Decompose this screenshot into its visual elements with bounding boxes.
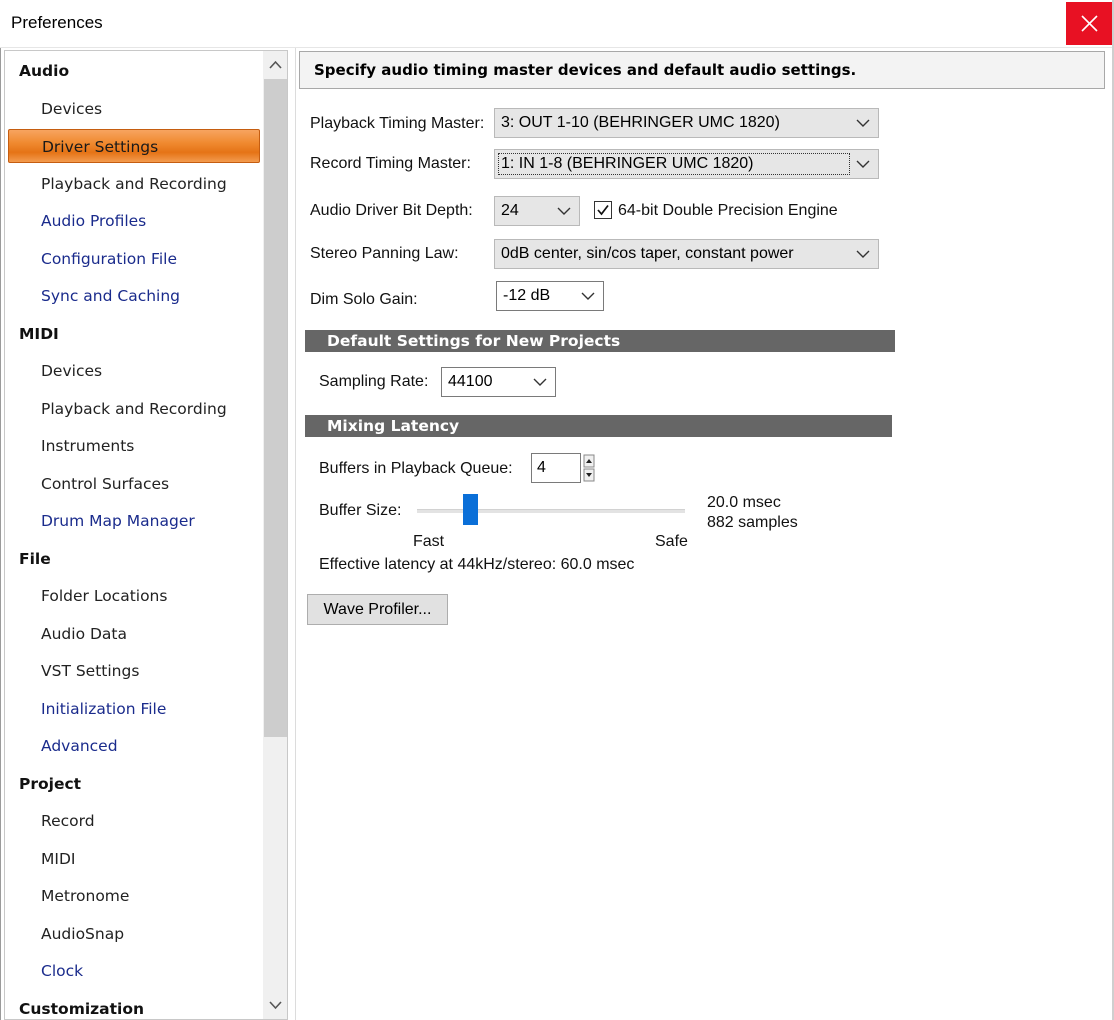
nav-category-file[interactable]: File — [5, 542, 263, 576]
nav-item-clock[interactable]: Clock — [5, 954, 263, 988]
nav-item-control-surfaces[interactable]: Control Surfaces — [5, 467, 263, 501]
scroll-down-button[interactable] — [263, 991, 287, 1019]
playback-master-value: 3: OUT 1-10 (BEHRINGER UMC 1820) — [501, 114, 780, 131]
panning-law-label: Stereo Panning Law: — [310, 245, 459, 262]
nav-item-audio-profiles[interactable]: Audio Profiles — [5, 204, 263, 238]
nav-item-folder-locations[interactable]: Folder Locations — [5, 579, 263, 613]
bit-depth-label: Audio Driver Bit Depth: — [310, 202, 473, 219]
wave-profiler-button[interactable]: Wave Profiler... — [307, 594, 448, 625]
double-precision-label: 64-bit Double Precision Engine — [618, 202, 838, 219]
chevron-down-icon — [856, 250, 870, 258]
mixing-latency-section-header: Mixing Latency — [305, 415, 892, 437]
nav-item-devices[interactable]: Devices — [5, 354, 263, 388]
buffers-queue-input[interactable]: 4 — [531, 453, 581, 483]
nav-item-audiosnap[interactable]: AudioSnap — [5, 917, 263, 951]
sidebar-nav: Audio Devices Driver Settings Playback and … — [4, 50, 288, 1020]
nav-item-initialization-file[interactable]: Initialization File — [5, 692, 263, 726]
playback-master-label: Playback Timing Master: — [310, 115, 485, 132]
dim-solo-select[interactable]: -12 dB — [496, 281, 604, 311]
nav-category-midi[interactable]: MIDI — [5, 317, 263, 351]
scroll-thumb[interactable] — [264, 79, 287, 737]
buffer-size-slider-thumb[interactable] — [463, 494, 478, 525]
panel-header: Specify audio timing master devices and … — [299, 51, 1105, 89]
window-border-left — [0, 48, 1, 1020]
nav-item-drum-map-manager[interactable]: Drum Map Manager — [5, 504, 263, 538]
record-master-select[interactable]: 1: IN 1-8 (BEHRINGER UMC 1820) — [494, 149, 879, 179]
title-bar: Preferences — [0, 0, 1114, 48]
window-title: Preferences — [11, 13, 103, 32]
chevron-down-icon — [581, 292, 595, 300]
panning-law-select[interactable]: 0dB center, sin/cos taper, constant powe… — [494, 239, 879, 269]
effective-latency-text: Effective latency at 44kHz/stereo: 60.0 … — [319, 556, 635, 573]
chevron-down-icon — [557, 207, 571, 215]
scroll-up-button[interactable] — [263, 51, 287, 79]
buffers-queue-value: 4 — [537, 459, 546, 476]
slider-safe-label: Safe — [655, 533, 688, 550]
chevron-down-icon — [533, 378, 547, 386]
driver-settings-panel: Specify audio timing master devices and … — [295, 48, 1112, 1020]
default-settings-section-header: Default Settings for New Projects — [305, 330, 895, 352]
close-icon — [1081, 15, 1098, 32]
spin-up-icon[interactable] — [583, 454, 595, 468]
nav-item-playback-and-recording[interactable]: Playback and Recording — [5, 167, 263, 201]
nav-item-vst-settings[interactable]: VST Settings — [5, 654, 263, 688]
nav-item-record[interactable]: Record — [5, 804, 263, 838]
nav-category-project[interactable]: Project — [5, 767, 263, 801]
buffer-size-slider-track[interactable] — [417, 509, 685, 513]
nav-item-midi[interactable]: MIDI — [5, 842, 263, 876]
close-button[interactable] — [1066, 2, 1112, 45]
record-master-value: 1: IN 1-8 (BEHRINGER UMC 1820) — [501, 155, 754, 172]
chevron-down-icon — [856, 160, 870, 168]
nav-category-customization[interactable]: Customization — [5, 992, 263, 1019]
bit-depth-value: 24 — [501, 202, 519, 219]
nav-item-advanced[interactable]: Advanced — [5, 729, 263, 763]
playback-master-select[interactable]: 3: OUT 1-10 (BEHRINGER UMC 1820) — [494, 108, 879, 138]
sampling-rate-label: Sampling Rate: — [319, 373, 429, 390]
chevron-down-icon — [856, 119, 870, 127]
check-icon — [597, 204, 609, 216]
buffer-size-label: Buffer Size: — [319, 502, 402, 519]
nav-item-sync-and-caching[interactable]: Sync and Caching — [5, 279, 263, 313]
buffer-msec-readout: 20.0 msec — [707, 494, 781, 511]
nav-item-driver-settings[interactable]: Driver Settings — [8, 129, 260, 163]
sidebar-scrollbar[interactable] — [263, 51, 287, 1019]
nav-item-instruments[interactable]: Instruments — [5, 429, 263, 463]
double-precision-checkbox[interactable] — [594, 201, 612, 219]
record-master-label: Record Timing Master: — [310, 155, 471, 172]
scroll-up-icon — [269, 60, 282, 69]
sampling-rate-select[interactable]: 44100 — [441, 367, 556, 397]
panel-header-text: Specify audio timing master devices and … — [314, 61, 857, 79]
nav-category-audio[interactable]: Audio — [5, 54, 263, 88]
nav-item-devices[interactable]: Devices — [5, 92, 263, 126]
nav-item-audio-data[interactable]: Audio Data — [5, 617, 263, 651]
nav-item-configuration-file[interactable]: Configuration File — [5, 242, 263, 276]
buffers-queue-label: Buffers in Playback Queue: — [319, 460, 513, 477]
sampling-rate-value: 44100 — [448, 373, 493, 390]
nav-item-metronome[interactable]: Metronome — [5, 879, 263, 913]
spin-down-icon[interactable] — [583, 468, 595, 482]
slider-fast-label: Fast — [413, 533, 445, 550]
nav-item-playback-and-recording[interactable]: Playback and Recording — [5, 392, 263, 426]
bit-depth-select[interactable]: 24 — [494, 196, 580, 226]
dim-solo-value: -12 dB — [503, 287, 551, 304]
scroll-down-icon — [269, 1001, 282, 1010]
buffer-samples-readout: 882 samples — [707, 514, 798, 531]
panning-law-value: 0dB center, sin/cos taper, constant powe… — [501, 245, 794, 262]
dim-solo-label: Dim Solo Gain: — [310, 291, 418, 308]
buffers-queue-spinner[interactable] — [583, 454, 595, 482]
